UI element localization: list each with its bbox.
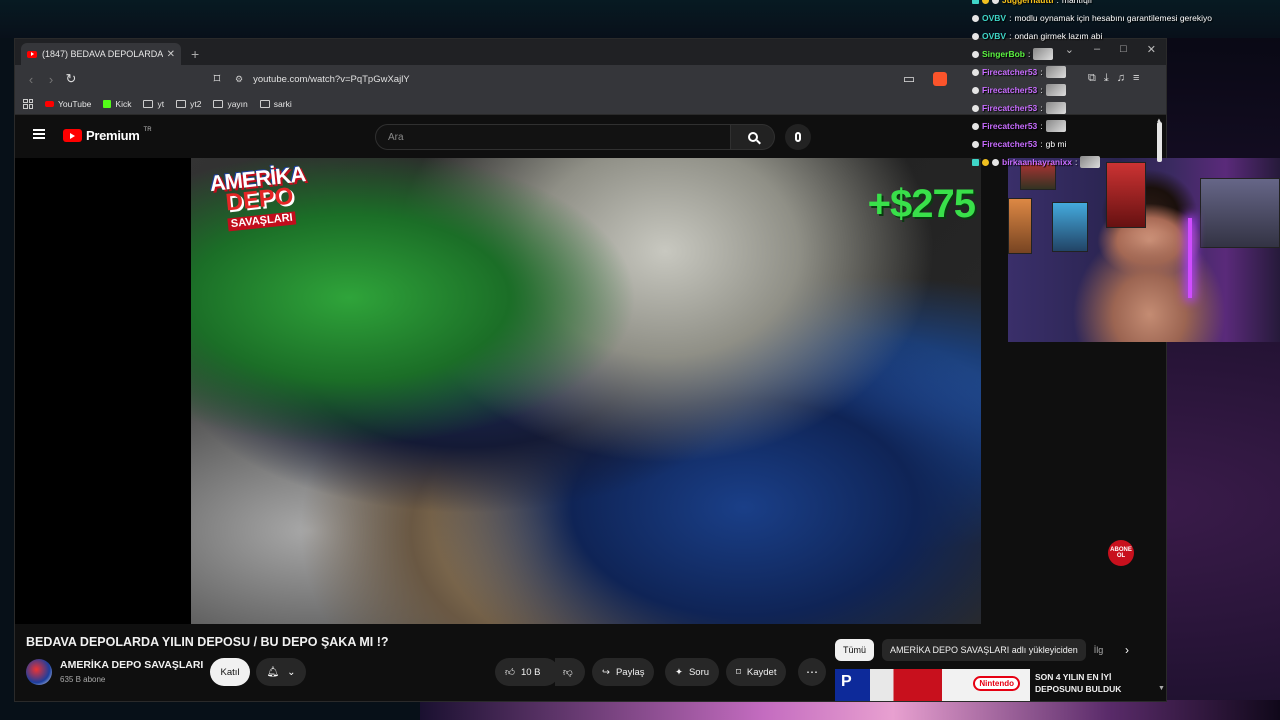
more-actions-button[interactable]: ⋯: [798, 658, 826, 686]
thumbs-down-icon: 👎︎: [563, 667, 573, 678]
search-input[interactable]: Ara: [375, 124, 731, 150]
extensions-icon[interactable]: ⧉: [1088, 72, 1096, 85]
sparkle-icon: ✦: [675, 666, 683, 678]
like-count: 10 B: [520, 666, 541, 678]
back-button[interactable]: ‹: [21, 72, 41, 87]
chat-message: Firecatcher53: gb mi: [972, 135, 1272, 153]
like-button[interactable]: 👍︎ 10 B: [495, 658, 559, 686]
cast-icon[interactable]: ▭: [899, 71, 919, 87]
neon-light: [1188, 218, 1192, 298]
chip-all[interactable]: Tümü: [835, 639, 875, 661]
browser-extension-icons: ⧉ ⤓ ♫ ≡: [1088, 72, 1139, 85]
download-icon[interactable]: ⤓: [1104, 72, 1109, 85]
browser-tab-youtube[interactable]: (1847) BEDAVA DEPOLARDA YIL ✕: [21, 43, 181, 65]
tab-title: (1847) BEDAVA DEPOLARDA YIL: [42, 49, 163, 59]
youtube-premium-logo[interactable]: Premium TR: [63, 126, 152, 143]
save-button[interactable]: ⌑ Kaydet: [726, 658, 787, 686]
bell-icon: 🔔︎: [266, 666, 280, 678]
site-info-icon[interactable]: ⚙: [235, 74, 243, 85]
chat-message: Firecatcher53:: [972, 99, 1272, 117]
new-tab-button[interactable]: +: [191, 43, 199, 65]
brave-shield-icon[interactable]: [933, 72, 947, 86]
wall-poster: [1052, 202, 1088, 252]
bookmark-kick[interactable]: Kick: [103, 99, 131, 109]
wall-poster: [1106, 162, 1146, 228]
folder-icon: [176, 99, 187, 108]
video-frame[interactable]: AMERİKA DEPO SAVAŞLARI +$275: [191, 158, 981, 624]
youtube-favicon-icon: [27, 50, 37, 58]
notification-bell-button[interactable]: 🔔︎ ⌄: [256, 658, 306, 686]
chat-emote: [1080, 156, 1101, 168]
chat-scrollbar[interactable]: [1157, 122, 1162, 162]
ask-button[interactable]: ✦ Soru: [665, 658, 720, 686]
search-icon: [747, 132, 758, 142]
region-code: TR: [143, 126, 152, 133]
chat-message: OVBV: modlu oynamak için hesabını garanti…: [972, 9, 1272, 27]
chat-message: Juggernautti: mantıqlı: [972, 0, 1272, 9]
chat-emote: [1045, 84, 1066, 96]
subscribe-badge[interactable]: ABONE OL: [1108, 540, 1134, 566]
chat-emote: [1033, 48, 1054, 60]
microphone-icon: [795, 132, 801, 142]
dislike-button[interactable]: 👎︎: [555, 658, 585, 686]
streamer-webcam: [1008, 158, 1280, 342]
nintendo-logo: Nintendo: [973, 676, 1020, 691]
chat-emote: [1045, 120, 1066, 132]
voice-search-button[interactable]: [785, 124, 811, 150]
chat-emote: [1045, 102, 1066, 114]
bookmark-folder-sarki[interactable]: sarki: [259, 99, 292, 109]
chevron-down-icon: ⌄: [287, 666, 296, 678]
menu-hamburger-icon[interactable]: [33, 129, 45, 139]
recommended-video-title[interactable]: SON 4 YILIN EN İYİ DEPOSUNU BULDUK: [1035, 671, 1155, 695]
playstation-logo-icon: P: [841, 673, 852, 690]
wall-poster: [1008, 198, 1032, 254]
recommended-video-thumbnail[interactable]: P Nintendo: [835, 669, 1030, 701]
bookmark-youtube[interactable]: YouTube: [45, 99, 91, 109]
ellipsis-icon: ⋯: [806, 665, 818, 679]
url-text: youtube.com/watch?v=PqTpGwXajlY: [253, 73, 410, 85]
reload-button[interactable]: ↻: [61, 71, 81, 87]
close-tab-icon[interactable]: ✕: [167, 49, 175, 60]
bookmark-folder-yt[interactable]: yt: [143, 99, 164, 109]
video-player[interactable]: AMERİKA DEPO SAVAŞLARI +$275: [15, 158, 981, 624]
search-button[interactable]: [731, 124, 775, 150]
channel-avatar[interactable]: [26, 659, 52, 685]
chat-emote: [1045, 66, 1066, 78]
video-title: BEDAVA DEPOLARDA YILIN DEPOSU / BU DEPO …: [26, 635, 389, 649]
folder-icon: [213, 99, 224, 108]
menu-icon[interactable]: ≡: [1133, 72, 1139, 85]
forward-button[interactable]: ›: [41, 72, 61, 87]
chat-message: birkaanhayranixx:: [972, 153, 1272, 171]
bookmark-folder-yayin[interactable]: yayın: [213, 99, 248, 109]
bookmark-folder-yt2[interactable]: yt2: [176, 99, 201, 109]
share-arrow-icon: ↪: [602, 666, 610, 678]
music-icon[interactable]: ♫: [1117, 72, 1125, 85]
chips-next-chevron-icon[interactable]: ›: [1125, 643, 1129, 657]
bookmark-save-icon: ⌑: [736, 666, 741, 678]
share-button[interactable]: ↪ Paylaş: [592, 658, 655, 686]
subscriber-count: 635 B abone: [60, 675, 106, 684]
youtube-icon: [45, 100, 54, 107]
chat-message: Firecatcher53:: [972, 117, 1272, 135]
chat-message: OVBV: ondan girmek lazım abi: [972, 27, 1272, 45]
wall-poster: [1200, 178, 1280, 248]
channel-watermark-logo: AMERİKA DEPO SAVAŞLARI: [208, 161, 307, 232]
desktop-background-bottom: [420, 700, 1280, 720]
folder-icon: [259, 99, 270, 108]
address-bar[interactable]: ⚙ youtube.com/watch?v=PqTpGwXajlY: [235, 69, 955, 89]
chip-related[interactable]: İlg: [1094, 639, 1114, 661]
chip-from-uploader[interactable]: AMERİKA DEPO SAVAŞLARI adlı yükleyiciden: [882, 639, 1086, 661]
folder-icon: [143, 99, 154, 108]
youtube-play-icon: [63, 129, 82, 142]
join-button[interactable]: Katıl: [210, 658, 250, 686]
thumbs-up-icon: 👍︎: [505, 667, 515, 678]
scroll-down-arrow-icon[interactable]: ▼: [1158, 685, 1165, 692]
recommendation-chips: Tümü AMERİKA DEPO SAVAŞLARI adlı yükleyi…: [835, 639, 1114, 661]
chat-message: SingerBob:: [972, 45, 1272, 63]
kick-icon: [103, 99, 112, 108]
channel-name[interactable]: AMERİKA DEPO SAVAŞLARI: [60, 659, 203, 671]
apps-grid-icon[interactable]: [23, 98, 33, 109]
price-overlay: +$275: [867, 182, 976, 226]
bookmark-icon[interactable]: ⌑: [207, 71, 227, 87]
